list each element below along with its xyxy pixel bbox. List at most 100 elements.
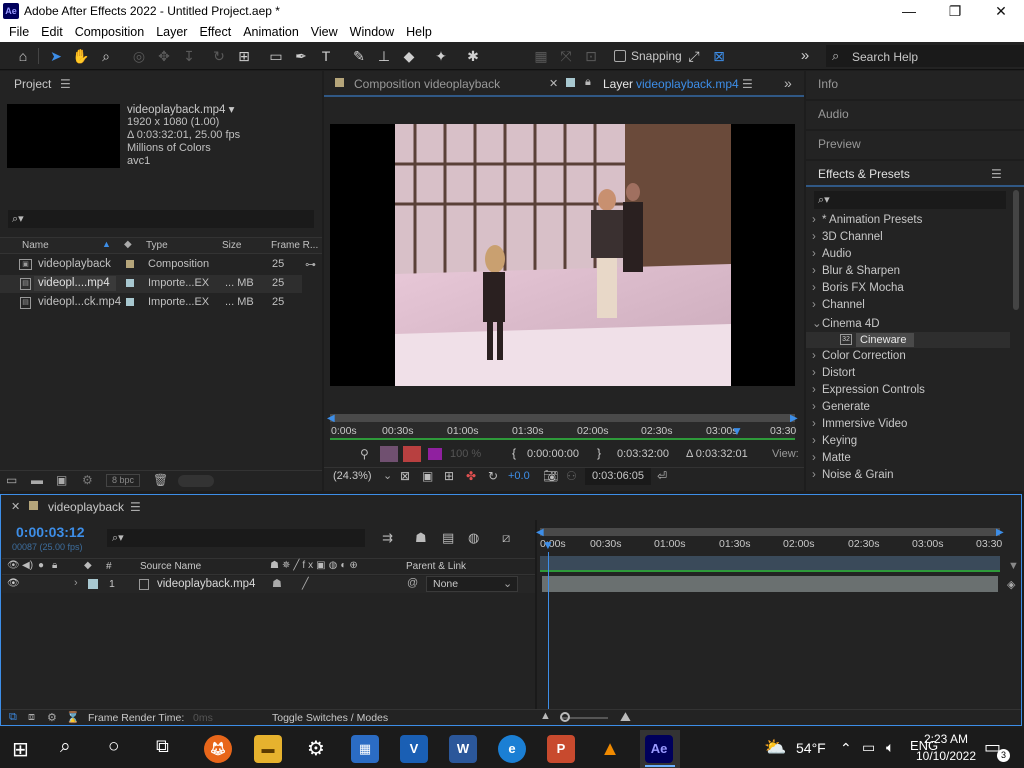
close-button[interactable]: ✕ <box>978 0 1024 23</box>
audio-column-icon[interactable]: ◀) <box>22 560 33 571</box>
menu-window[interactable]: Window <box>344 23 400 42</box>
close-tab-icon[interactable]: ✕ <box>549 77 558 90</box>
eye-icon[interactable]: 👁︎ <box>7 578 20 589</box>
flowchart-icon[interactable]: ⊶ <box>305 258 316 271</box>
word-icon[interactable]: W <box>449 735 477 763</box>
clone-stamp-icon[interactable]: ⊥ <box>373 46 395 66</box>
clock-time[interactable]: 2:23 AM <box>916 732 976 746</box>
file-explorer-icon[interactable]: ▬ <box>254 735 282 763</box>
info-panel-title[interactable]: Info <box>818 77 838 91</box>
in-out-icon[interactable]: ⚙ <box>47 711 57 724</box>
effects-menu-icon[interactable]: ☰ <box>991 167 1002 181</box>
reset-exposure-icon[interactable]: ↻ <box>488 469 498 483</box>
visual-studio-icon[interactable]: V <box>400 735 428 763</box>
shy-layers-icon[interactable]: ☗ <box>415 530 427 546</box>
effects-category[interactable]: › Matte <box>812 452 1007 469</box>
effects-category[interactable]: › * Animation Presets <box>812 214 1007 231</box>
timeline-work-area[interactable] <box>540 528 1000 536</box>
layer-switches-icon[interactable]: ⧉ <box>9 711 17 724</box>
grid-icon[interactable]: ⊞ <box>444 469 454 483</box>
tray-chevron-icon[interactable]: ⌃ <box>840 740 852 757</box>
quality-switch-icon[interactable]: ╱ <box>302 577 309 590</box>
table-row[interactable]: ▤ videopl....mp4 Importe...EX ... MB 25 <box>0 275 302 293</box>
effects-category[interactable]: › Blur & Sharpen <box>812 265 1007 282</box>
puppet-tool-icon[interactable]: ✱ <box>462 46 484 66</box>
settings-gear-icon[interactable]: ⚙ <box>302 735 330 763</box>
layer-row[interactable]: 👁︎ › 1 videoplayback.mp4 ☗ ╱ @ None ⌄ <box>2 576 535 593</box>
layer-label-swatch[interactable] <box>88 579 98 589</box>
work-area-range[interactable] <box>540 556 1000 572</box>
new-composition-icon[interactable]: ▣ <box>56 473 67 487</box>
menu-composition[interactable]: Composition <box>69 23 150 42</box>
show-snapshot-icon[interactable]: ⚇ <box>566 469 577 483</box>
cortana-icon[interactable]: ○ <box>108 736 119 758</box>
effects-search-input[interactable] <box>814 191 1006 209</box>
work-area-end-handle[interactable]: ▶ <box>996 527 1004 538</box>
expand-workspace-icon[interactable]: » <box>794 46 816 66</box>
zoom-slider-thumb[interactable] <box>560 712 570 722</box>
effects-category[interactable]: › Audio <box>812 248 1007 265</box>
info-panel-tab[interactable] <box>806 71 1024 99</box>
set-in-icon[interactable]: { <box>512 446 516 460</box>
weather-icon[interactable]: ⛅ <box>764 737 786 758</box>
label-color-swatch[interactable] <box>126 298 134 306</box>
zoom-tool-icon[interactable]: ⌕ <box>95 46 117 66</box>
column-type[interactable]: Type <box>146 240 168 251</box>
task-view-icon[interactable]: ⧉ <box>156 736 169 757</box>
fit-icon[interactable]: ⊠ <box>400 469 410 483</box>
new-folder-icon[interactable]: ▬ <box>31 473 43 487</box>
transfer-controls-icon[interactable]: ⧈ <box>28 711 35 724</box>
effects-panel-title[interactable]: Effects & Presets <box>818 167 910 181</box>
column-parent-link[interactable]: Parent & Link <box>406 561 466 572</box>
effects-category[interactable]: › Boris FX Mocha <box>812 282 1007 299</box>
selected-file-name[interactable]: videoplayback.mp4 ▾ <box>127 102 234 116</box>
set-out-icon[interactable]: } <box>597 446 601 460</box>
home-icon[interactable]: ⌂ <box>12 46 34 66</box>
label-column-icon[interactable]: ◆ <box>84 560 92 571</box>
viewer-menu-icon[interactable]: ☰ <box>742 77 753 91</box>
timeline-playhead[interactable]: ▼ <box>542 538 554 552</box>
visibility-column-icon[interactable]: 👁︎ <box>7 560 20 571</box>
lock-column-icon[interactable]: 🔒︎ <box>52 560 57 571</box>
anchor-tool-icon[interactable]: ⊞ <box>233 46 255 66</box>
current-time-field[interactable]: 0:03:06:05 <box>585 468 651 485</box>
keyframe-nav-icon[interactable]: ⏎ <box>657 469 667 483</box>
label-color-swatch[interactable] <box>126 279 134 287</box>
effects-category[interactable]: › 3D Channel <box>812 231 1007 248</box>
zoom-out-icon[interactable]: ▲ <box>540 710 551 722</box>
lock-icon[interactable]: 🔒︎ <box>585 76 591 89</box>
effects-category[interactable]: › Generate <box>812 401 1007 418</box>
zoom-dropdown[interactable]: (24.3%) <box>333 470 372 482</box>
align-icon[interactable]: ▦ <box>530 46 552 66</box>
column-size[interactable]: Size <box>222 240 241 251</box>
roto-brush-icon[interactable]: ✦ <box>430 46 452 66</box>
effects-scrollbar[interactable] <box>1013 190 1019 310</box>
work-area-start-handle[interactable]: ◀ <box>536 527 544 538</box>
edge-icon[interactable]: e <box>498 735 526 763</box>
graph-editor-icon[interactable]: ⧄ <box>502 530 510 546</box>
solo-column-icon[interactable]: ● <box>38 560 44 571</box>
ripple-icon[interactable]: ⚲ <box>360 447 369 461</box>
out-time[interactable]: 0:03:32:00 <box>617 448 669 460</box>
toggle-switches-modes[interactable]: Toggle Switches / Modes <box>272 712 388 724</box>
exposure-value[interactable]: +0.0 <box>508 470 530 482</box>
table-row[interactable]: ▣ videoplayback Composition 25 ⊶ <box>0 256 316 274</box>
effects-category[interactable]: › Expression Controls <box>812 384 1007 401</box>
after-effects-icon[interactable]: Ae <box>645 735 673 763</box>
viewer-expand-icon[interactable]: » <box>784 75 792 91</box>
weather-temp[interactable]: 54°F <box>796 740 826 756</box>
close-timeline-icon[interactable]: ✕ <box>11 500 20 513</box>
menu-edit[interactable]: Edit <box>35 23 69 42</box>
effects-category[interactable]: ⌄Cinema 4D <box>812 316 1007 333</box>
snap-features-icon[interactable]: ⊠ <box>708 46 730 66</box>
eraser-tool-icon[interactable]: ◆ <box>398 46 420 66</box>
pan-camera-icon[interactable]: ✥ <box>153 46 175 66</box>
menu-effect[interactable]: Effect <box>193 23 237 42</box>
label-column-icon[interactable]: ◆ <box>124 239 132 250</box>
maximize-button[interactable]: ❐ <box>932 0 978 23</box>
vlc-icon[interactable]: ▲ <box>596 735 624 763</box>
menu-view[interactable]: View <box>305 23 344 42</box>
thumbnail-slider[interactable] <box>178 475 214 487</box>
volume-icon[interactable]: 🔈︎ <box>886 739 894 756</box>
search-icon[interactable]: ⌕ <box>60 736 71 758</box>
